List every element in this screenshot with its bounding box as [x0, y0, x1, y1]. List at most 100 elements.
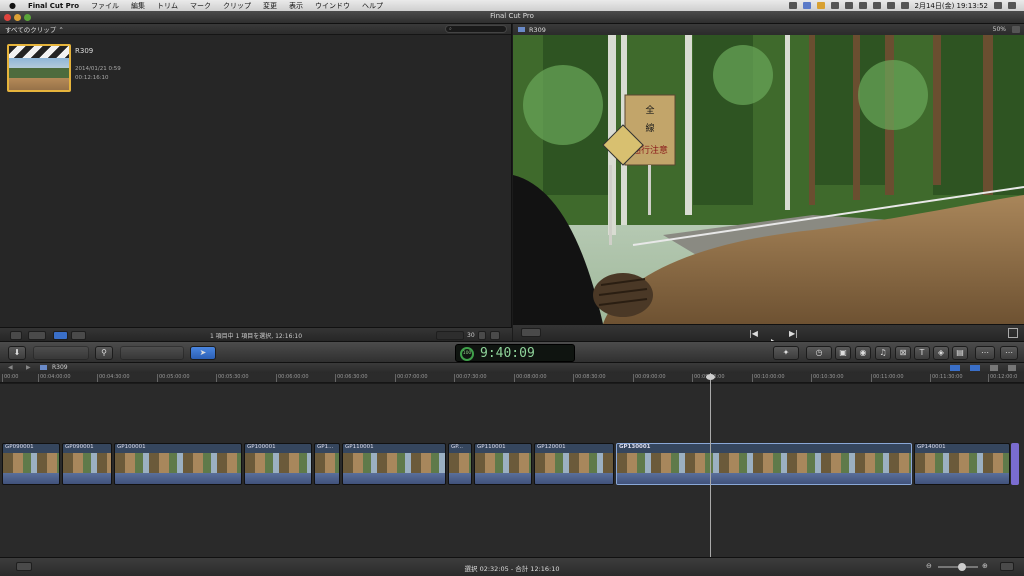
search-icon: ⌕ — [449, 26, 452, 32]
inspector-icon[interactable]: ▣ — [835, 346, 851, 360]
timeline-ruler[interactable]: 00:00 00:04:00:00 00:04:30:00 00:05:00:0… — [0, 373, 1024, 383]
event-buttons[interactable] — [33, 346, 89, 360]
back-arrow-icon[interactable]: ◀ — [8, 364, 13, 371]
zoom-in-icon[interactable]: ⊕ — [982, 562, 988, 570]
menu-clock[interactable]: 2月14日(金) 19:13:52 — [915, 1, 989, 11]
music-browser-icon[interactable]: ♫ — [875, 346, 891, 360]
retime-button[interactable]: ◷ — [806, 346, 832, 360]
audio-skimming-icon[interactable] — [970, 365, 980, 371]
background-task-icon[interactable]: 100 — [460, 347, 474, 361]
volume-icon[interactable] — [886, 2, 895, 9]
bluetooth-icon[interactable] — [858, 2, 867, 9]
themes-browser-icon[interactable]: ▤ — [952, 346, 968, 360]
browser-search-field[interactable]: ⌕ — [445, 25, 507, 33]
status-icon[interactable] — [816, 2, 825, 9]
timeline-clip-label: GP120001 — [537, 444, 566, 450]
project-icon — [40, 365, 47, 370]
share-button[interactable]: ⋯ — [975, 346, 995, 360]
timeline-clip[interactable]: GP100001 — [114, 443, 242, 485]
window-title: Final Cut Pro — [490, 12, 534, 20]
timeline-clip[interactable]: GP... — [448, 443, 472, 485]
menu-modify[interactable]: 変更 — [257, 1, 283, 11]
sign-text-2: 線 — [645, 122, 654, 134]
wifi-icon[interactable] — [872, 2, 881, 9]
timeline-end-marker[interactable] — [1011, 443, 1019, 485]
fullscreen-icon[interactable] — [1008, 328, 1018, 338]
viewer-header: R309 — [513, 24, 1024, 35]
video-frame[interactable]: 全 線 通行注意 — [513, 35, 1024, 324]
generators-browser-icon[interactable]: ◈ — [933, 346, 949, 360]
keyframe-button[interactable]: ⋯ — [1000, 346, 1018, 360]
status-icon[interactable] — [788, 2, 797, 9]
solo-icon[interactable] — [990, 365, 998, 371]
menu-trim[interactable]: トリム — [151, 1, 184, 11]
status-icon[interactable] — [802, 2, 811, 9]
select-tool-button[interactable]: ➤ — [190, 346, 216, 360]
browser-filter-label[interactable]: すべてのクリップ ⌃ — [5, 24, 64, 34]
ruler-label: 00:07:00:00 — [395, 374, 428, 382]
timeline-zoom-knob[interactable] — [958, 563, 966, 571]
skimming-icon[interactable] — [950, 365, 960, 371]
appearance-button[interactable] — [478, 331, 486, 340]
timeline-clip[interactable]: GP110001 — [342, 443, 446, 485]
list-icon[interactable] — [1008, 2, 1016, 9]
clip-name: R309 — [75, 47, 94, 55]
timeline-clip-selected[interactable]: GP130001 — [616, 443, 912, 485]
timeline-clip[interactable]: GP090001 — [62, 443, 112, 485]
timeline-clip-label: GP130001 — [619, 444, 651, 450]
transitions-browser-icon[interactable]: ⊠ — [895, 346, 911, 360]
menu-mark[interactable]: マーク — [184, 1, 217, 11]
airplay-icon[interactable] — [830, 2, 839, 9]
search-icon[interactable] — [994, 2, 1002, 9]
edit-buttons[interactable] — [120, 346, 184, 360]
timeline-clip-label: GP090001 — [5, 444, 34, 450]
timeline-clip[interactable]: GP120001 — [534, 443, 614, 485]
timeline-clip-label: GP110001 — [345, 444, 374, 450]
clip-appearance-button[interactable] — [1000, 562, 1014, 571]
battery-icon[interactable] — [900, 2, 909, 9]
enhance-button[interactable]: ✦ — [773, 346, 799, 360]
timeline-clip-label: GP... — [451, 444, 463, 450]
viewer-zoom[interactable]: 50% — [993, 26, 1006, 33]
menu-help[interactable]: ヘルプ — [356, 1, 389, 11]
timeline-clip[interactable]: GP090001 — [2, 443, 60, 485]
clip-size-slider[interactable] — [436, 331, 464, 340]
dashboard-timecode[interactable]: 100 9:40:09 — [455, 344, 575, 362]
browser-footer: 1 項目中 1 項目を選択, 12:16:10 30 — [0, 327, 512, 341]
filmstrip-settings-button[interactable] — [490, 331, 500, 340]
forward-arrow-icon[interactable]: ▶ — [26, 364, 31, 371]
apple-menu-icon[interactable]: ● — [0, 1, 22, 10]
menu-edit[interactable]: 編集 — [125, 1, 151, 11]
transform-button[interactable] — [521, 328, 541, 337]
time-machine-icon[interactable] — [844, 2, 853, 9]
timeline-clip[interactable]: GP140001 — [914, 443, 1010, 485]
keyword-button[interactable]: ⚲ — [95, 346, 113, 360]
menu-view[interactable]: 表示 — [283, 1, 309, 11]
ruler-label: 00:10:00:00 — [752, 374, 785, 382]
snapping-icon[interactable] — [1008, 365, 1016, 371]
ruler-label: 00:11:00:00 — [871, 374, 904, 382]
menu-app[interactable]: Final Cut Pro — [22, 2, 85, 10]
timeline-clip-label: GP1... — [317, 444, 334, 450]
viewer-options-icon[interactable] — [1012, 26, 1020, 33]
ruler-label: 00:11:30:00 — [930, 374, 963, 382]
timeline-status-bar: 選択 02:32:05 - 合計 12:16:10 ⊖ ⊕ — [0, 557, 1024, 576]
clip-thumbnail[interactable] — [7, 44, 71, 92]
titles-browser-icon[interactable]: T — [914, 346, 930, 360]
menu-window[interactable]: ウインドウ — [309, 1, 356, 11]
next-frame-icon[interactable]: ▶| — [789, 329, 798, 338]
playhead-handle[interactable] — [706, 374, 715, 380]
timeline-clip[interactable]: GP1... — [314, 443, 340, 485]
playhead[interactable] — [710, 373, 711, 557]
menu-clip[interactable]: クリップ — [217, 1, 257, 11]
timeline-clip[interactable]: GP100001 — [244, 443, 312, 485]
import-button[interactable]: ⬇ — [8, 346, 26, 360]
previous-frame-icon[interactable]: |◀ — [749, 329, 758, 338]
clip-date: 2014/01/21 0:59 — [75, 66, 121, 72]
zoom-out-icon[interactable]: ⊖ — [926, 562, 932, 570]
timecode-display: 9:40:09 — [480, 346, 535, 361]
timeline-clip[interactable]: GP110001 — [474, 443, 532, 485]
menu-file[interactable]: ファイル — [85, 1, 125, 11]
photo-browser-icon[interactable]: ◉ — [855, 346, 871, 360]
ruler-label: 00:07:30:00 — [454, 374, 487, 382]
